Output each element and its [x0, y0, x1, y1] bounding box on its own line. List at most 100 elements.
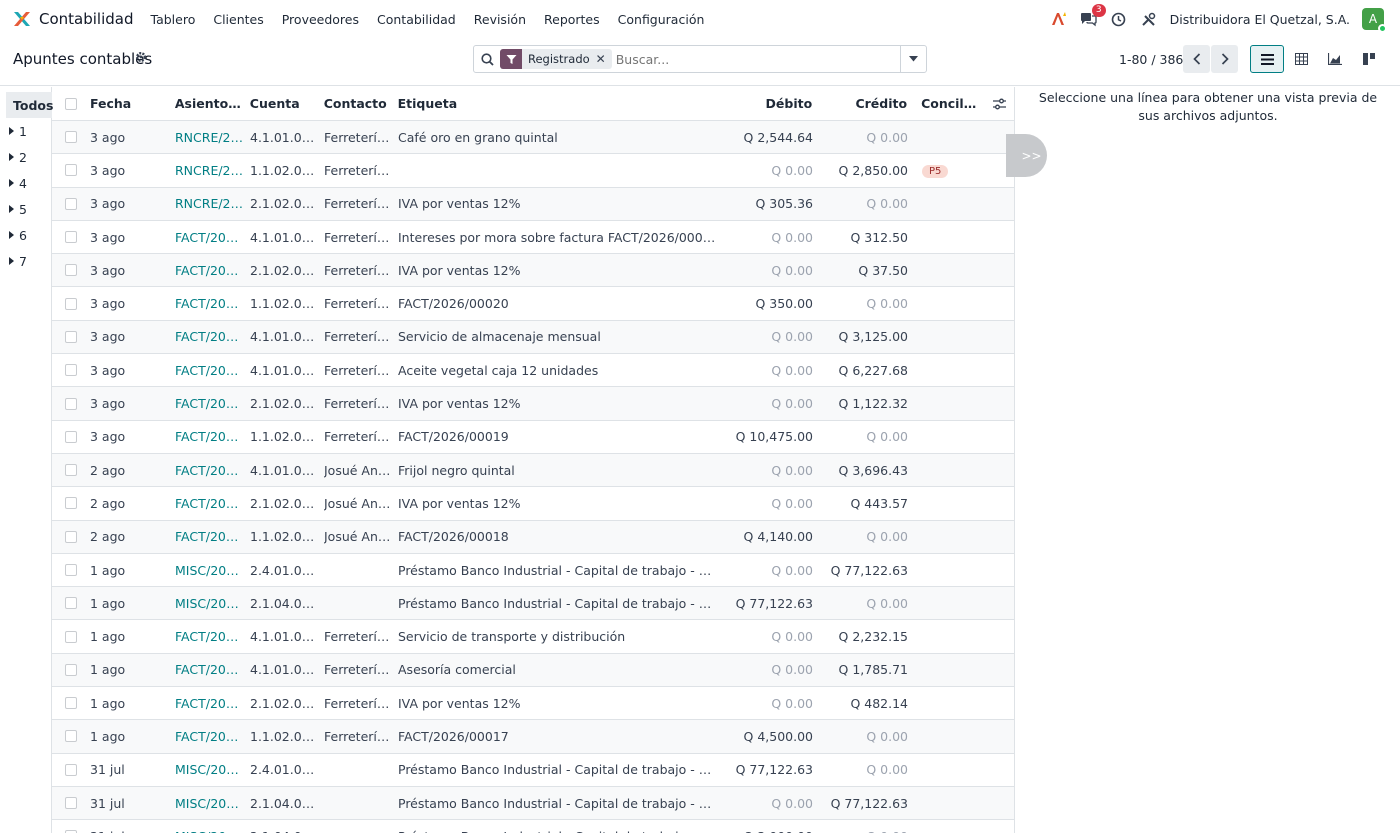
- cell-move-link[interactable]: FACT/202...: [175, 529, 250, 544]
- row-checkbox[interactable]: [52, 330, 90, 343]
- table-row[interactable]: 3 ago FACT/202... 2.1.02.01 ... Ferretería …: [52, 254, 1014, 288]
- row-checkbox[interactable]: [52, 530, 90, 543]
- column-settings-icon[interactable]: [985, 98, 1014, 110]
- column-header-move[interactable]: Asiento c...: [175, 96, 250, 111]
- table-row[interactable]: 31 jul MISC/202... 2.4.01.01 ... Préstamo B…: [52, 754, 1014, 787]
- cell-move-link[interactable]: FACT/202...: [175, 296, 250, 311]
- menu-item-revision[interactable]: Revisión: [465, 12, 535, 27]
- cell-move-link[interactable]: RNCRE/20...: [175, 163, 250, 178]
- cell-move-link[interactable]: FACT/202...: [175, 429, 250, 444]
- cell-move-link[interactable]: FACT/202...: [175, 496, 250, 511]
- row-checkbox[interactable]: [52, 597, 90, 610]
- search-icon[interactable]: [474, 52, 500, 66]
- kanban-view-button[interactable]: [1352, 45, 1386, 73]
- select-all-checkbox[interactable]: [52, 97, 90, 110]
- column-header-label[interactable]: Etiqueta: [398, 96, 724, 111]
- table-row[interactable]: 2 ago FACT/202... 4.1.01.01 ... Josué Ant..…: [52, 453, 1014, 488]
- table-row[interactable]: 3 ago FACT/202... 4.1.01.01 ... Ferretería …: [52, 221, 1014, 255]
- cell-move-link[interactable]: FACT/202...: [175, 629, 250, 644]
- table-row[interactable]: 3 ago FACT/202... 2.1.02.01 ... Ferretería …: [52, 387, 1014, 421]
- row-checkbox[interactable]: [52, 231, 90, 244]
- row-checkbox[interactable]: [52, 464, 90, 477]
- row-checkbox[interactable]: [52, 663, 90, 676]
- side-item-group[interactable]: 2: [0, 144, 51, 170]
- row-checkbox[interactable]: [52, 564, 90, 576]
- side-item-group[interactable]: 5: [0, 196, 51, 222]
- cell-move-link[interactable]: FACT/202...: [175, 263, 250, 278]
- table-row[interactable]: 3 ago RNCRE/20... 2.1.02.01 ... Ferretería …: [52, 187, 1014, 221]
- table-row[interactable]: 3 ago RNCRE/20... 1.1.02.01 ... Ferretería …: [52, 154, 1014, 188]
- side-item-group[interactable]: 1: [0, 118, 51, 144]
- table-row[interactable]: 3 ago FACT/202... 4.1.01.01 ... Ferretería …: [52, 354, 1014, 388]
- table-row[interactable]: 1 ago MISC/202... 2.4.01.01 ... Préstamo Ba…: [52, 554, 1014, 588]
- gear-icon[interactable]: [135, 51, 147, 67]
- cell-move-link[interactable]: FACT/202...: [175, 662, 250, 677]
- user-avatar[interactable]: A: [1362, 8, 1387, 33]
- side-item-all[interactable]: Todos: [6, 92, 53, 118]
- cell-move-link[interactable]: MISC/202...: [175, 796, 250, 811]
- menu-item-proveedores[interactable]: Proveedores: [273, 12, 368, 27]
- cell-move-link[interactable]: MISC/202...: [175, 596, 250, 611]
- table-row[interactable]: 3 ago RNCRE/20... 4.1.01.01 ... Ferretería …: [52, 121, 1014, 155]
- row-checkbox[interactable]: [52, 730, 90, 743]
- menu-item-clientes[interactable]: Clientes: [204, 12, 272, 27]
- table-row[interactable]: 1 ago FACT/202... 2.1.02.01 ... Ferretería …: [52, 687, 1014, 721]
- side-item-group[interactable]: 6: [0, 222, 51, 248]
- pager-value[interactable]: 1-80 / 386: [1119, 52, 1183, 67]
- side-item-group[interactable]: 4: [0, 170, 51, 196]
- row-checkbox[interactable]: [52, 797, 90, 810]
- company-switcher[interactable]: Distribuidora El Quetzal, S.A.: [1170, 12, 1350, 27]
- search-input[interactable]: [611, 51, 900, 67]
- table-row[interactable]: 3 ago FACT/202... 4.1.01.01 ... Ferretería …: [52, 320, 1014, 355]
- column-header-date[interactable]: Fecha: [90, 96, 175, 111]
- column-header-partner[interactable]: Contacto: [324, 96, 398, 111]
- cell-move-link[interactable]: MISC/202...: [175, 829, 250, 833]
- menu-item-configuracion[interactable]: Configuración: [609, 12, 714, 27]
- menu-item-reportes[interactable]: Reportes: [535, 12, 609, 27]
- row-checkbox[interactable]: [52, 297, 90, 310]
- activity-clock-icon[interactable]: [1110, 10, 1128, 28]
- pivot-view-button[interactable]: [1284, 45, 1318, 73]
- cell-move-link[interactable]: MISC/202...: [175, 762, 250, 777]
- table-row[interactable]: 31 julMISC/202...2.1.04.01 ...Préstamo B…: [52, 786, 1014, 821]
- row-checkbox[interactable]: [52, 264, 90, 277]
- cell-move-link[interactable]: MISC/202...: [175, 563, 250, 578]
- cell-move-link[interactable]: FACT/202...: [175, 230, 250, 245]
- row-checkbox[interactable]: [52, 697, 90, 710]
- cell-move-link[interactable]: RNCRE/20...: [175, 196, 250, 211]
- table-row[interactable]: 1 ago FACT/202... 4.1.01.01 ... Ferretería …: [52, 620, 1014, 654]
- list-view-button[interactable]: [1250, 45, 1284, 73]
- pager-next-button[interactable]: [1211, 45, 1238, 73]
- row-checkbox[interactable]: [52, 630, 90, 643]
- table-row[interactable]: 2 ago FACT/202... 1.1.02.01 ... Josué Ant..…: [52, 520, 1014, 554]
- table-row[interactable]: 3 ago FACT/202... 1.1.02.01 ... Ferretería …: [52, 421, 1014, 454]
- debug-tools-icon[interactable]: [1140, 10, 1158, 28]
- graph-view-button[interactable]: [1318, 45, 1352, 73]
- row-checkbox[interactable]: [52, 430, 90, 443]
- column-header-account[interactable]: Cuenta: [250, 96, 324, 111]
- messages-icon[interactable]: 3: [1080, 4, 1106, 28]
- cell-move-link[interactable]: FACT/202...: [175, 729, 250, 744]
- column-header-credit[interactable]: Crédito: [818, 96, 913, 111]
- side-item-group[interactable]: 7: [0, 248, 51, 274]
- table-row[interactable]: 31 julMISC/202...2.1.04.01 ...Préstamo B…: [52, 820, 1014, 833]
- menu-item-tablero[interactable]: Tablero: [142, 12, 205, 27]
- cell-move-link[interactable]: FACT/202...: [175, 396, 250, 411]
- table-row[interactable]: 1 ago FACT/202... 1.1.02.01 ... Ferretería …: [52, 720, 1014, 754]
- table-row[interactable]: 3 ago FACT/202... 1.1.02.01 ... Ferretería …: [52, 287, 1014, 321]
- collapse-preview-button[interactable]: >>: [1006, 134, 1047, 177]
- pager-previous-button[interactable]: [1183, 45, 1210, 73]
- row-checkbox[interactable]: [52, 397, 90, 410]
- row-checkbox[interactable]: [52, 131, 90, 144]
- row-checkbox[interactable]: [52, 364, 90, 377]
- row-checkbox[interactable]: [52, 497, 90, 510]
- search-options-toggle[interactable]: [900, 46, 926, 72]
- page-title[interactable]: Apuntes contables: [13, 50, 152, 68]
- cell-move-link[interactable]: FACT/202...: [175, 696, 250, 711]
- row-checkbox[interactable]: [52, 763, 90, 776]
- row-checkbox[interactable]: [52, 197, 90, 210]
- table-row[interactable]: 1 ago MISC/202... 2.1.04.01 ... Préstamo Ba…: [52, 587, 1014, 621]
- row-checkbox[interactable]: [52, 164, 90, 177]
- cell-move-link[interactable]: FACT/202...: [175, 329, 250, 344]
- ai-assistant-icon[interactable]: [1050, 10, 1068, 28]
